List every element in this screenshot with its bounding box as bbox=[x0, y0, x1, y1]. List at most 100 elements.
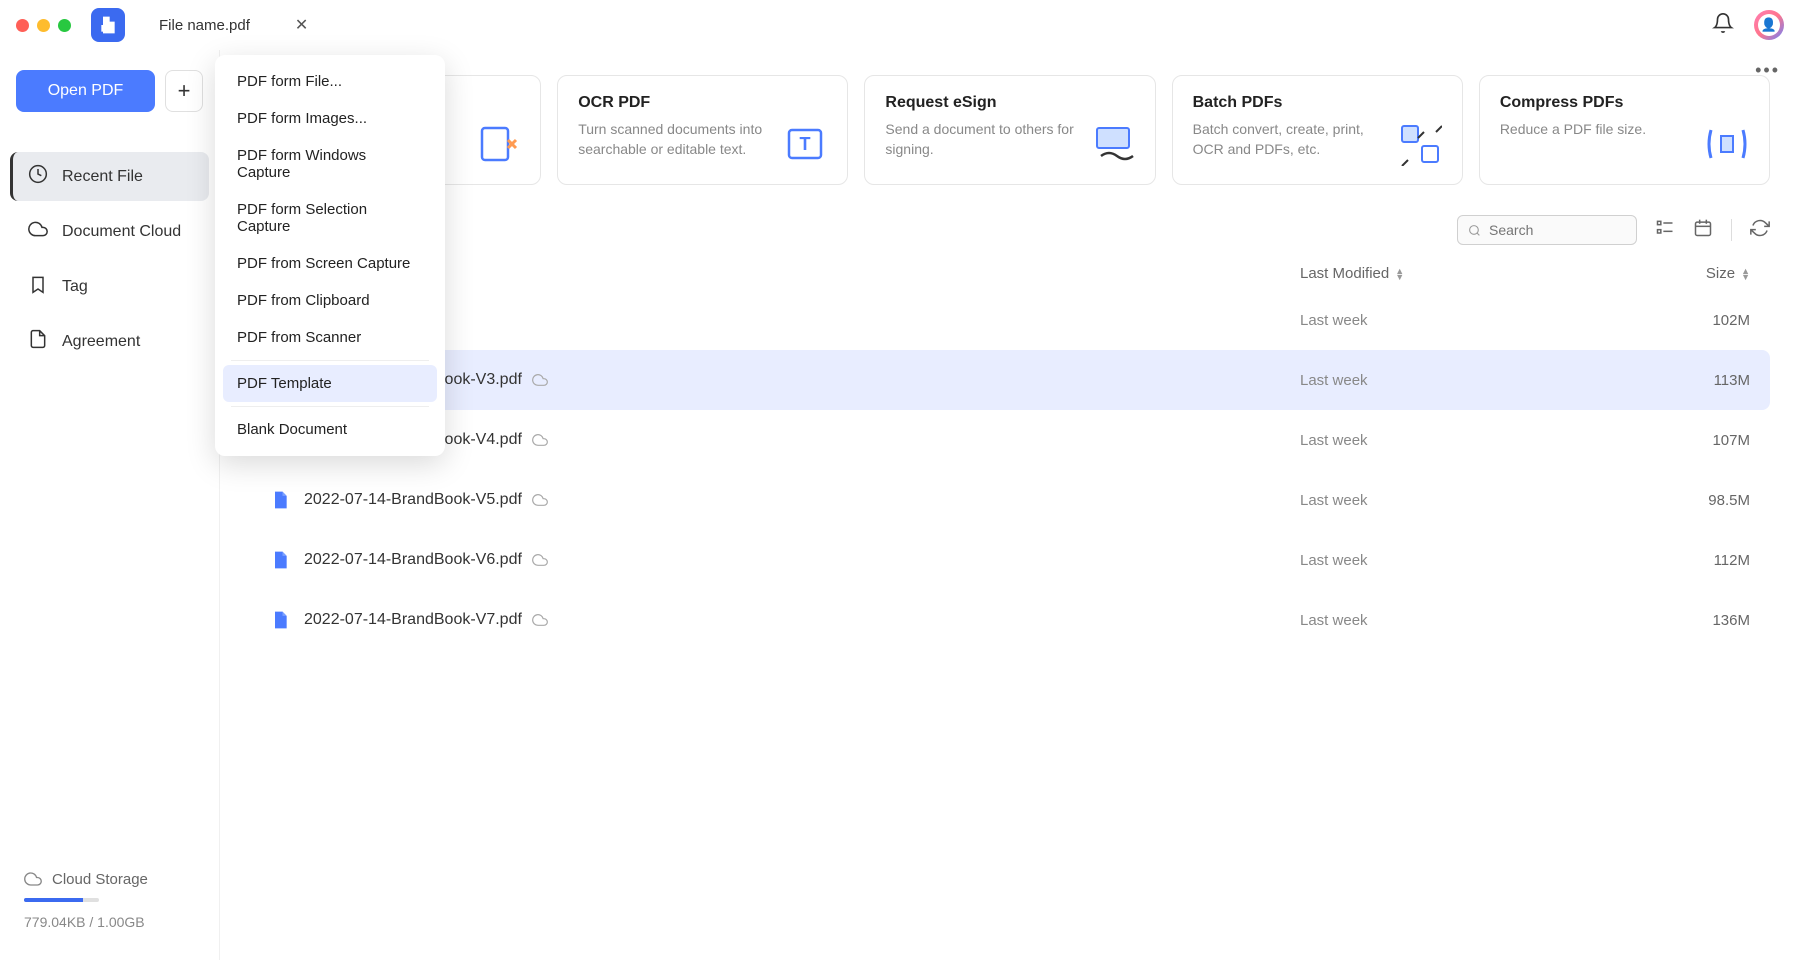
card-description: Batch convert, create, print, OCR and PD… bbox=[1193, 120, 1384, 159]
cloud-sync-icon bbox=[532, 552, 548, 568]
notifications-icon[interactable] bbox=[1712, 12, 1734, 39]
file-modified: Last week bbox=[1300, 312, 1650, 329]
new-document-dropdown: PDF form File...PDF form Images...PDF fo… bbox=[215, 55, 445, 456]
card-title: OCR PDF bbox=[578, 94, 769, 112]
file-size: 113M bbox=[1650, 372, 1750, 389]
cloud-sync-icon bbox=[532, 432, 548, 448]
card-icon bbox=[1398, 122, 1442, 166]
list-view-icon[interactable] bbox=[1655, 218, 1675, 243]
card-title: Request eSign bbox=[885, 94, 1076, 112]
dropdown-item-pdf-template[interactable]: PDF Template bbox=[223, 365, 437, 402]
sidebar-item-label: Tag bbox=[62, 278, 88, 296]
dropdown-separator bbox=[231, 406, 429, 407]
column-size[interactable]: Size ▲▼ bbox=[1650, 265, 1750, 282]
toolbar-divider bbox=[1731, 219, 1732, 241]
file-list: k_overview.pdfLast week102M2022-07-14-Br… bbox=[250, 290, 1770, 650]
search-icon bbox=[1468, 223, 1481, 238]
dropdown-item[interactable]: PDF from Screen Capture bbox=[223, 245, 437, 282]
sort-icon: ▲▼ bbox=[1395, 268, 1404, 280]
svg-text:T: T bbox=[800, 134, 811, 154]
sidebar-item-label: Agreement bbox=[62, 333, 140, 351]
card-icon: T bbox=[783, 122, 827, 166]
dropdown-item[interactable]: PDF form Selection Capture bbox=[223, 191, 437, 245]
dropdown-item[interactable]: PDF from Scanner bbox=[223, 319, 437, 356]
file-row[interactable]: 2022-07-14-BrandBook-V4.pdfLast week107M bbox=[250, 410, 1770, 470]
user-avatar[interactable]: 👤 bbox=[1754, 10, 1784, 40]
file-modified: Last week bbox=[1300, 552, 1650, 569]
titlebar: File name.pdf ✕ 👤 bbox=[0, 0, 1800, 50]
card-icon bbox=[476, 122, 520, 166]
calendar-view-icon[interactable] bbox=[1693, 218, 1713, 243]
card-description: Turn scanned documents into searchable o… bbox=[578, 120, 769, 159]
sidebar-item-label: Recent File bbox=[62, 168, 143, 186]
file-modified: Last week bbox=[1300, 432, 1650, 449]
sidebar-item-tag[interactable]: Tag bbox=[10, 262, 209, 311]
file-modified: Last week bbox=[1300, 612, 1650, 629]
action-card[interactable]: Request eSign Send a document to others f… bbox=[864, 75, 1155, 185]
card-title: Batch PDFs bbox=[1193, 94, 1384, 112]
dropdown-separator bbox=[231, 360, 429, 361]
file-modified: Last week bbox=[1300, 492, 1650, 509]
sidebar-item-cloud[interactable]: Document Cloud bbox=[10, 207, 209, 256]
close-window-button[interactable] bbox=[16, 19, 29, 32]
minimize-window-button[interactable] bbox=[37, 19, 50, 32]
open-pdf-button[interactable]: Open PDF bbox=[16, 70, 155, 112]
window-controls bbox=[16, 19, 71, 32]
sidebar: Open PDF + Recent File Document Cloud Tag A… bbox=[0, 50, 220, 960]
file-row[interactable]: 2022-07-14-BrandBook-V6.pdf Last week112M bbox=[250, 530, 1770, 590]
pdf-file-icon bbox=[270, 548, 290, 572]
card-title: Compress PDFs bbox=[1500, 94, 1691, 112]
cloud-storage-label: Cloud Storage bbox=[24, 870, 195, 888]
tab-title: File name.pdf bbox=[159, 17, 250, 34]
cloud-sync-icon bbox=[532, 612, 548, 628]
card-icon bbox=[1705, 122, 1749, 166]
storage-text: 779.04KB / 1.00GB bbox=[24, 914, 195, 930]
file-size: 136M bbox=[1650, 612, 1750, 629]
more-options-icon[interactable]: ••• bbox=[1755, 60, 1780, 81]
file-name: 2022-07-14-BrandBook-V7.pdf bbox=[304, 611, 522, 629]
file-row[interactable]: 2022-07-14-BrandBook-V3.pdfLast week113M bbox=[250, 350, 1770, 410]
pdf-file-icon bbox=[270, 488, 290, 512]
refresh-icon[interactable] bbox=[1750, 218, 1770, 243]
file-name: 2022-07-14-BrandBook-V6.pdf bbox=[304, 551, 522, 569]
column-last-modified[interactable]: Last Modified ▲▼ bbox=[1300, 265, 1650, 282]
file-size: 107M bbox=[1650, 432, 1750, 449]
dropdown-item[interactable]: PDF form File... bbox=[223, 63, 437, 100]
action-cards: OCR PDF Turn scanned documents into searc… bbox=[250, 75, 1770, 185]
search-input-container[interactable] bbox=[1457, 215, 1637, 245]
storage-progress-bar bbox=[24, 898, 99, 902]
dropdown-item[interactable]: PDF from Clipboard bbox=[223, 282, 437, 319]
dropdown-item[interactable]: PDF form Windows Capture bbox=[223, 137, 437, 191]
cloud-icon bbox=[28, 219, 48, 244]
pdf-file-icon bbox=[270, 608, 290, 632]
dropdown-item-blank-document[interactable]: Blank Document bbox=[223, 411, 437, 448]
file-list-header: Last Modified ▲▼ Size ▲▼ bbox=[250, 257, 1770, 290]
file-modified: Last week bbox=[1300, 372, 1650, 389]
main-content: ••• OCR PDF Turn scanned documents into s… bbox=[220, 50, 1800, 960]
sidebar-item-agreement[interactable]: Agreement bbox=[10, 317, 209, 366]
file-size: 102M bbox=[1650, 312, 1750, 329]
search-input[interactable] bbox=[1489, 222, 1626, 238]
file-row[interactable]: k_overview.pdfLast week102M bbox=[250, 290, 1770, 350]
close-tab-icon[interactable]: ✕ bbox=[295, 15, 308, 35]
sidebar-item-recent[interactable]: Recent File bbox=[10, 152, 209, 201]
cloud-sync-icon bbox=[532, 492, 548, 508]
sidebar-item-label: Document Cloud bbox=[62, 223, 181, 241]
action-card[interactable]: Compress PDFsReduce a PDF file size. bbox=[1479, 75, 1770, 185]
action-card[interactable]: OCR PDF Turn scanned documents into searc… bbox=[557, 75, 848, 185]
file-size: 112M bbox=[1650, 552, 1750, 569]
cloud-sync-icon bbox=[532, 372, 548, 388]
file-row[interactable]: 2022-07-14-BrandBook-V5.pdfLast week98.5… bbox=[250, 470, 1770, 530]
file-row[interactable]: 2022-07-14-BrandBook-V7.pdf Last week136M bbox=[250, 590, 1770, 650]
action-card[interactable]: Batch PDFs Batch convert, create, print, … bbox=[1172, 75, 1463, 185]
file-size: 98.5M bbox=[1650, 492, 1750, 509]
dropdown-item[interactable]: PDF form Images... bbox=[223, 100, 437, 137]
sort-icon: ▲▼ bbox=[1741, 268, 1750, 280]
new-document-button[interactable]: + bbox=[165, 70, 203, 112]
tag-icon bbox=[28, 274, 48, 299]
card-description: Send a document to others for signing. bbox=[885, 120, 1076, 159]
maximize-window-button[interactable] bbox=[58, 19, 71, 32]
document-tab[interactable]: File name.pdf ✕ bbox=[145, 9, 322, 41]
card-icon bbox=[1091, 122, 1135, 166]
cloud-icon bbox=[24, 870, 42, 888]
